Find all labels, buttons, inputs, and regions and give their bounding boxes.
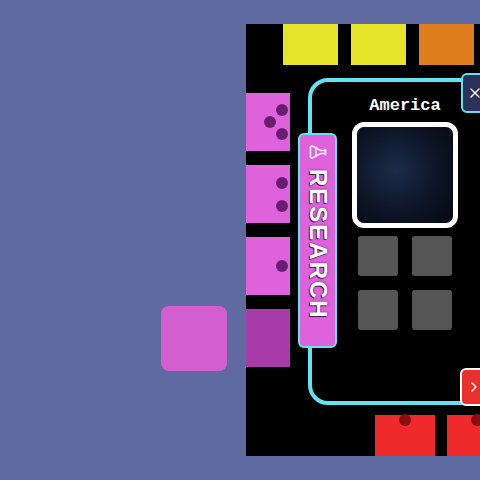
cube-dot (276, 104, 288, 116)
cube-dot (399, 414, 411, 426)
close-icon (467, 85, 480, 101)
top-card-row (246, 24, 480, 65)
city-card[interactable] (447, 415, 480, 456)
research-tab-label: RESEARCH (306, 169, 330, 320)
research-card[interactable] (246, 309, 290, 367)
game-board: RESEARCH America (246, 24, 480, 456)
card-slot[interactable] (358, 290, 398, 330)
cube-dot (264, 116, 276, 128)
next-button[interactable] (460, 368, 480, 406)
city-card[interactable] (351, 24, 406, 65)
cube-dot (276, 177, 288, 189)
research-stack (246, 93, 290, 367)
research-tab[interactable]: RESEARCH (298, 133, 337, 348)
card-slot[interactable] (412, 290, 452, 330)
cube-dot (276, 200, 288, 212)
cube-dot (276, 260, 288, 272)
research-card[interactable] (246, 93, 290, 151)
city-card[interactable] (419, 24, 474, 65)
city-card[interactable] (283, 24, 338, 65)
close-button[interactable] (461, 73, 480, 113)
city-card[interactable] (375, 415, 435, 456)
card-slot[interactable] (358, 236, 398, 276)
bottom-card-row (246, 415, 480, 456)
arrow-icon (466, 379, 480, 395)
card-slot[interactable] (412, 236, 452, 276)
research-card[interactable] (246, 237, 290, 295)
held-card[interactable] (161, 306, 227, 371)
cube-dot (471, 414, 480, 426)
research-card[interactable] (246, 165, 290, 223)
slot-grid (358, 236, 452, 330)
region-column: America (352, 96, 458, 330)
middle-row: RESEARCH America (246, 78, 480, 405)
game-screen: RESEARCH America (0, 0, 480, 480)
region-title: America (369, 96, 440, 116)
flask-icon (309, 143, 327, 161)
research-panel: RESEARCH America (308, 78, 480, 405)
region-map (352, 122, 458, 228)
cube-dot (276, 128, 288, 140)
